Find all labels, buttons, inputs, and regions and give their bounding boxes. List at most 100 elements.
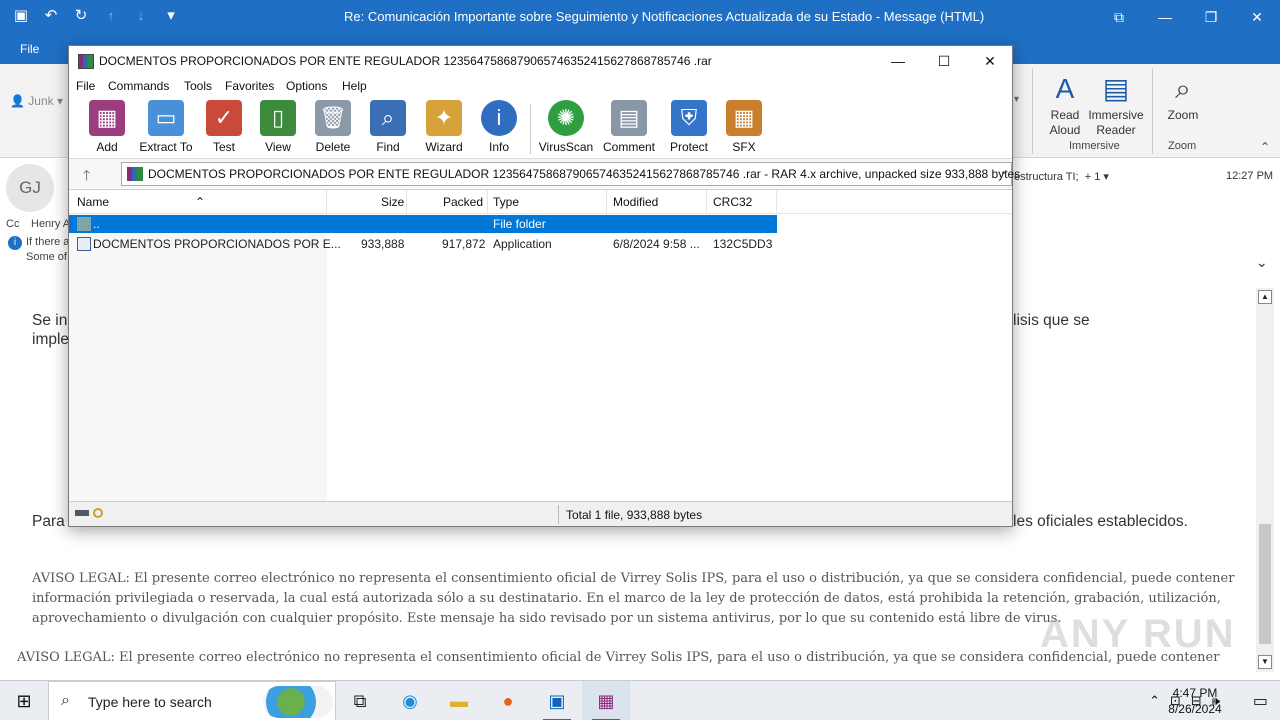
body-text-fragment: Para: [32, 513, 65, 530]
close-button[interactable]: ✕: [1234, 0, 1280, 34]
tray-overflow-icon[interactable]: ⌃: [1149, 693, 1160, 709]
windows-start-icon[interactable]: ⊞: [0, 681, 48, 720]
cc-label: Cc: [6, 218, 20, 230]
menu-file[interactable]: File: [76, 79, 95, 93]
column-size[interactable]: Size: [381, 195, 404, 209]
redo-icon[interactable]: ↻: [72, 6, 90, 26]
ribbon-separator: [1032, 68, 1033, 154]
protect-button[interactable]: ⛨ Protect: [659, 100, 719, 154]
column-modified[interactable]: Modified: [613, 195, 658, 209]
column-name[interactable]: Name: [77, 195, 109, 209]
view-button[interactable]: ▯ View: [248, 100, 308, 154]
winrar-minimize-button[interactable]: —: [875, 46, 921, 76]
table-row[interactable]: DOCMENTOS PROPORCIONADOS POR E... 933,88…: [69, 235, 777, 253]
collapse-ribbon-icon[interactable]: ⌃: [1260, 140, 1270, 154]
body-text-fragment: Se in: [32, 312, 68, 329]
read-aloud-icon: A: [1055, 73, 1075, 104]
find-button[interactable]: ⌕ Find: [358, 100, 418, 154]
winrar-taskbar-icon[interactable]: ▦: [582, 681, 630, 720]
read-aloud-button[interactable]: A Read Aloud: [1040, 70, 1090, 138]
path-field[interactable]: DOCMENTOS PROPORCIONADOS POR ENTE REGULA…: [121, 162, 1020, 186]
minimize-button[interactable]: —: [1142, 0, 1188, 34]
row-packed: 917,872: [442, 237, 486, 251]
task-view-icon[interactable]: ⧉: [336, 681, 384, 720]
scroll-down-arrow[interactable]: ▼: [1258, 655, 1272, 669]
taskbar-search[interactable]: ⌕ Type here to search: [48, 681, 336, 720]
edge-icon[interactable]: ◉: [386, 681, 434, 720]
row-name: DOCMENTOS PROPORCIONADOS POR E...: [93, 237, 341, 251]
column-type[interactable]: Type: [493, 195, 519, 209]
scroll-thumb[interactable]: [1259, 524, 1271, 644]
bug-icon: ✺: [548, 100, 584, 136]
add-button[interactable]: ▦ Add: [77, 100, 137, 154]
folder-icon: ▭: [148, 100, 184, 136]
cc-recipient[interactable]: Henry A: [31, 218, 70, 230]
clock-date: 8/26/2024: [1168, 702, 1222, 716]
junk-button[interactable]: 👤 Junk ▾: [10, 94, 63, 108]
customize-qat-icon[interactable]: ▾: [162, 6, 180, 26]
firefox-icon[interactable]: ●: [484, 681, 532, 720]
comment-button[interactable]: ▤ Comment: [599, 100, 659, 154]
info-bar: i If there a: [8, 236, 69, 250]
search-highlight-icon: [263, 686, 333, 718]
winrar-maximize-button[interactable]: ☐: [921, 46, 967, 76]
column-packed[interactable]: Packed: [443, 195, 483, 209]
ribbon-display-icon[interactable]: ⧉: [1096, 0, 1142, 34]
winrar-status-bar: Total 1 file, 933,888 bytes: [69, 501, 1012, 526]
body-text-fragment: imple: [32, 331, 70, 348]
scroll-up-arrow[interactable]: ▲: [1258, 290, 1272, 304]
winrar-menu-bar: File Commands Tools Favorites Options He…: [69, 76, 1012, 98]
message-scrollbar[interactable]: ▲ ▼: [1256, 288, 1274, 672]
expand-header-icon[interactable]: ⌄: [1256, 254, 1268, 271]
body-text-fragment: les oficiales establecidos.: [1013, 513, 1188, 530]
menu-favorites[interactable]: Favorites: [225, 79, 274, 93]
column-divider: [776, 190, 777, 214]
body-text-fragment: lisis que se: [1013, 312, 1090, 329]
test-button[interactable]: ✓ Test: [194, 100, 254, 154]
sort-arrow-icon: ⌃: [195, 195, 206, 209]
winrar-close-button[interactable]: ✕: [967, 46, 1013, 76]
tab-file[interactable]: File: [20, 42, 39, 56]
outlook-taskbar-icon[interactable]: ▣: [533, 681, 581, 720]
previous-item-icon[interactable]: ↑: [102, 6, 120, 26]
menu-commands[interactable]: Commands: [108, 79, 169, 93]
add-label: Add: [96, 140, 118, 154]
delete-button[interactable]: 🗑 Delete: [303, 100, 363, 154]
file-explorer-icon[interactable]: ▬: [435, 681, 483, 720]
notifications-icon[interactable]: ▭: [1253, 691, 1268, 711]
next-item-icon[interactable]: ↓: [132, 6, 150, 26]
sfx-label: SFX: [732, 140, 756, 154]
status-text: Total 1 file, 933,888 bytes: [566, 508, 703, 522]
trash-icon: 🗑: [315, 100, 351, 136]
avatar[interactable]: GJ: [6, 164, 54, 212]
virusscan-button[interactable]: ✺ VirusScan: [536, 100, 596, 154]
zoom-button[interactable]: ⌕ Zoom: [1160, 70, 1206, 123]
winrar-title: DOCMENTOS PROPORCIONADOS POR ENTE REGULA…: [99, 54, 712, 68]
menu-options[interactable]: Options: [286, 79, 327, 93]
undo-icon[interactable]: ↶: [42, 6, 60, 26]
sfx-button[interactable]: ▦ SFX: [714, 100, 774, 154]
extract-to-label: Extract To: [139, 140, 193, 154]
drive-icon: [75, 510, 89, 516]
chevron-down-icon[interactable]: ⌄: [1000, 166, 1008, 177]
clock-time: 4:47 PM: [1172, 686, 1218, 700]
more-recipients[interactable]: + 1: [1085, 171, 1101, 183]
ribbon-overflow-icon[interactable]: ▾: [1014, 94, 1019, 105]
wizard-button[interactable]: ✦ Wizard: [414, 100, 474, 154]
protect-label: Protect: [669, 140, 708, 154]
menu-help[interactable]: Help: [342, 79, 367, 93]
column-divider: [326, 190, 327, 214]
zoom-label: Zoom: [1167, 108, 1199, 122]
column-crc32[interactable]: CRC32: [713, 195, 752, 209]
up-folder-icon[interactable]: 🡑: [83, 165, 90, 189]
clock[interactable]: 4:47 PM 8/26/2024: [1162, 685, 1228, 717]
extract-to-button[interactable]: ▭ Extract To: [136, 100, 196, 154]
restore-button[interactable]: ❐: [1188, 0, 1234, 34]
table-row[interactable]: .. File folder: [69, 215, 777, 233]
book-icon: ▯: [260, 100, 296, 136]
menu-tools[interactable]: Tools: [184, 79, 212, 93]
info-button[interactable]: i Info: [469, 100, 529, 154]
save-icon[interactable]: ▣: [12, 6, 30, 26]
immersive-reader-button[interactable]: ▤ Immersive Reader: [1088, 70, 1144, 138]
to-recipients[interactable]: estructura TI; + 1 ▾: [1014, 170, 1109, 183]
